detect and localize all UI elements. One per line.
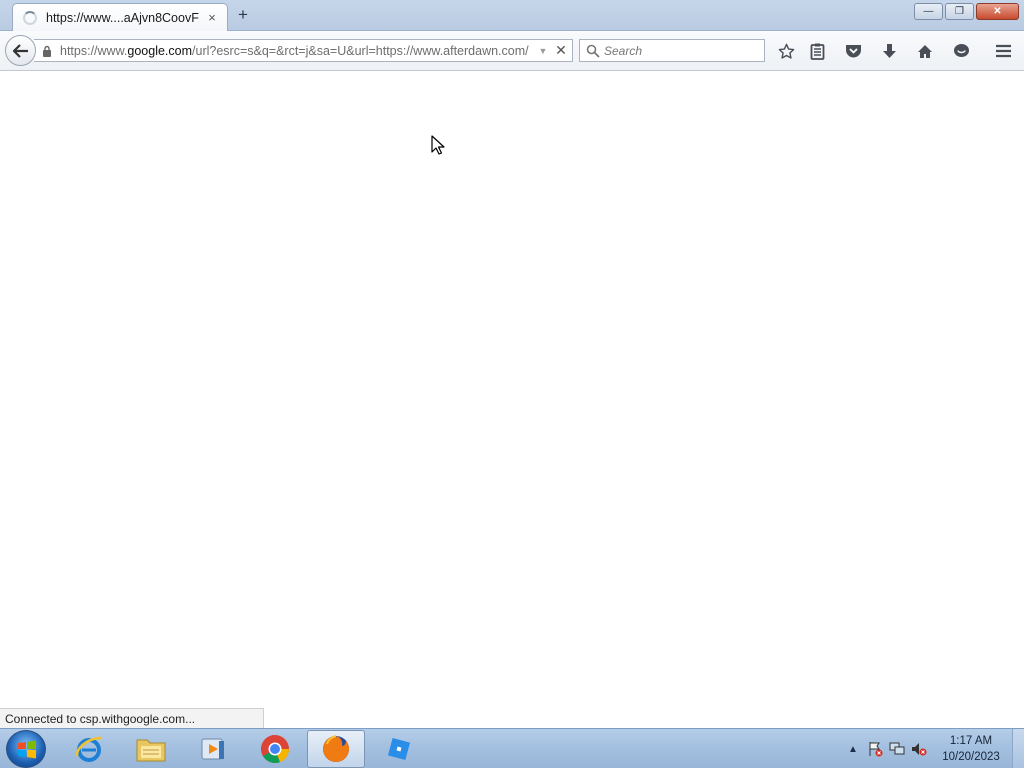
tab-strip: https://www....aAjvn8CoovF × + — ❐ ✕ [0, 0, 1024, 31]
back-button[interactable] [5, 35, 36, 66]
download-icon[interactable] [878, 40, 900, 62]
page-content [0, 71, 1024, 728]
lock-icon [43, 45, 51, 57]
media-player-icon[interactable] [184, 730, 242, 768]
taskbar-clock[interactable]: 1:17 AM 10/20/2023 [936, 733, 1006, 765]
url-domain: google.com [127, 43, 193, 58]
close-window-button[interactable]: ✕ [976, 3, 1019, 20]
url-history-dropdown-icon[interactable]: ▼ [536, 46, 550, 56]
window-controls: — ❐ ✕ [912, 3, 1019, 20]
clock-time: 1:17 AM [949, 735, 993, 747]
internet-explorer-icon[interactable] [60, 730, 118, 768]
chat-icon[interactable] [950, 40, 972, 62]
search-bar[interactable] [579, 39, 765, 62]
show-hidden-icons-button[interactable]: ▲ [842, 738, 864, 760]
bookmark-star-icon[interactable] [775, 40, 797, 62]
action-center-flag-icon[interactable] [864, 738, 886, 760]
volume-muted-icon[interactable] [908, 738, 930, 760]
menu-icon[interactable] [992, 40, 1014, 62]
loading-spinner-icon [23, 10, 37, 25]
clock-date: 10/20/2023 [942, 751, 1000, 763]
url-text[interactable]: https://www.google.com/url?esrc=s&q=&rct… [60, 44, 536, 58]
stop-loading-icon[interactable]: ✕ [550, 42, 572, 59]
back-arrow-icon [12, 43, 28, 58]
windows-logo-icon [18, 740, 36, 759]
mouse-pointer-icon [431, 135, 445, 155]
tab-title: https://www....aAjvn8CoovF [46, 10, 199, 25]
new-tab-button[interactable]: + [234, 6, 252, 24]
url-path: /url?esrc=s&q=&rct=j&sa=U&url=https://ww… [192, 43, 529, 58]
url-prefix: https://www. [60, 43, 128, 58]
tab-active[interactable]: https://www....aAjvn8CoovF × [12, 3, 228, 31]
file-explorer-icon[interactable] [122, 730, 180, 768]
roblox-studio-icon[interactable] [370, 730, 428, 768]
maximize-button[interactable]: ❐ [945, 3, 974, 20]
status-bar: Connected to csp.withgoogle.com... [0, 708, 264, 728]
home-icon[interactable] [914, 40, 936, 62]
chrome-icon[interactable] [246, 730, 304, 768]
reading-list-icon[interactable] [806, 40, 828, 62]
start-button[interactable] [6, 730, 46, 768]
pocket-icon[interactable] [842, 40, 864, 62]
minimize-button[interactable]: — [914, 3, 943, 20]
show-desktop-button[interactable] [1012, 729, 1024, 768]
navigation-toolbar: https://www.google.com/url?esrc=s&q=&rct… [0, 31, 1024, 71]
system-tray: ▲ 1:17 AM 10/20/2023 [842, 729, 1024, 768]
url-bar[interactable]: https://www.google.com/url?esrc=s&q=&rct… [34, 39, 573, 62]
search-icon [586, 44, 600, 58]
taskbar: ▲ 1:17 AM 10/20/2023 [0, 728, 1024, 768]
search-input[interactable] [604, 43, 754, 58]
tab-close-icon[interactable]: × [205, 10, 219, 25]
firefox-icon[interactable] [307, 730, 365, 768]
network-icon[interactable] [886, 738, 908, 760]
